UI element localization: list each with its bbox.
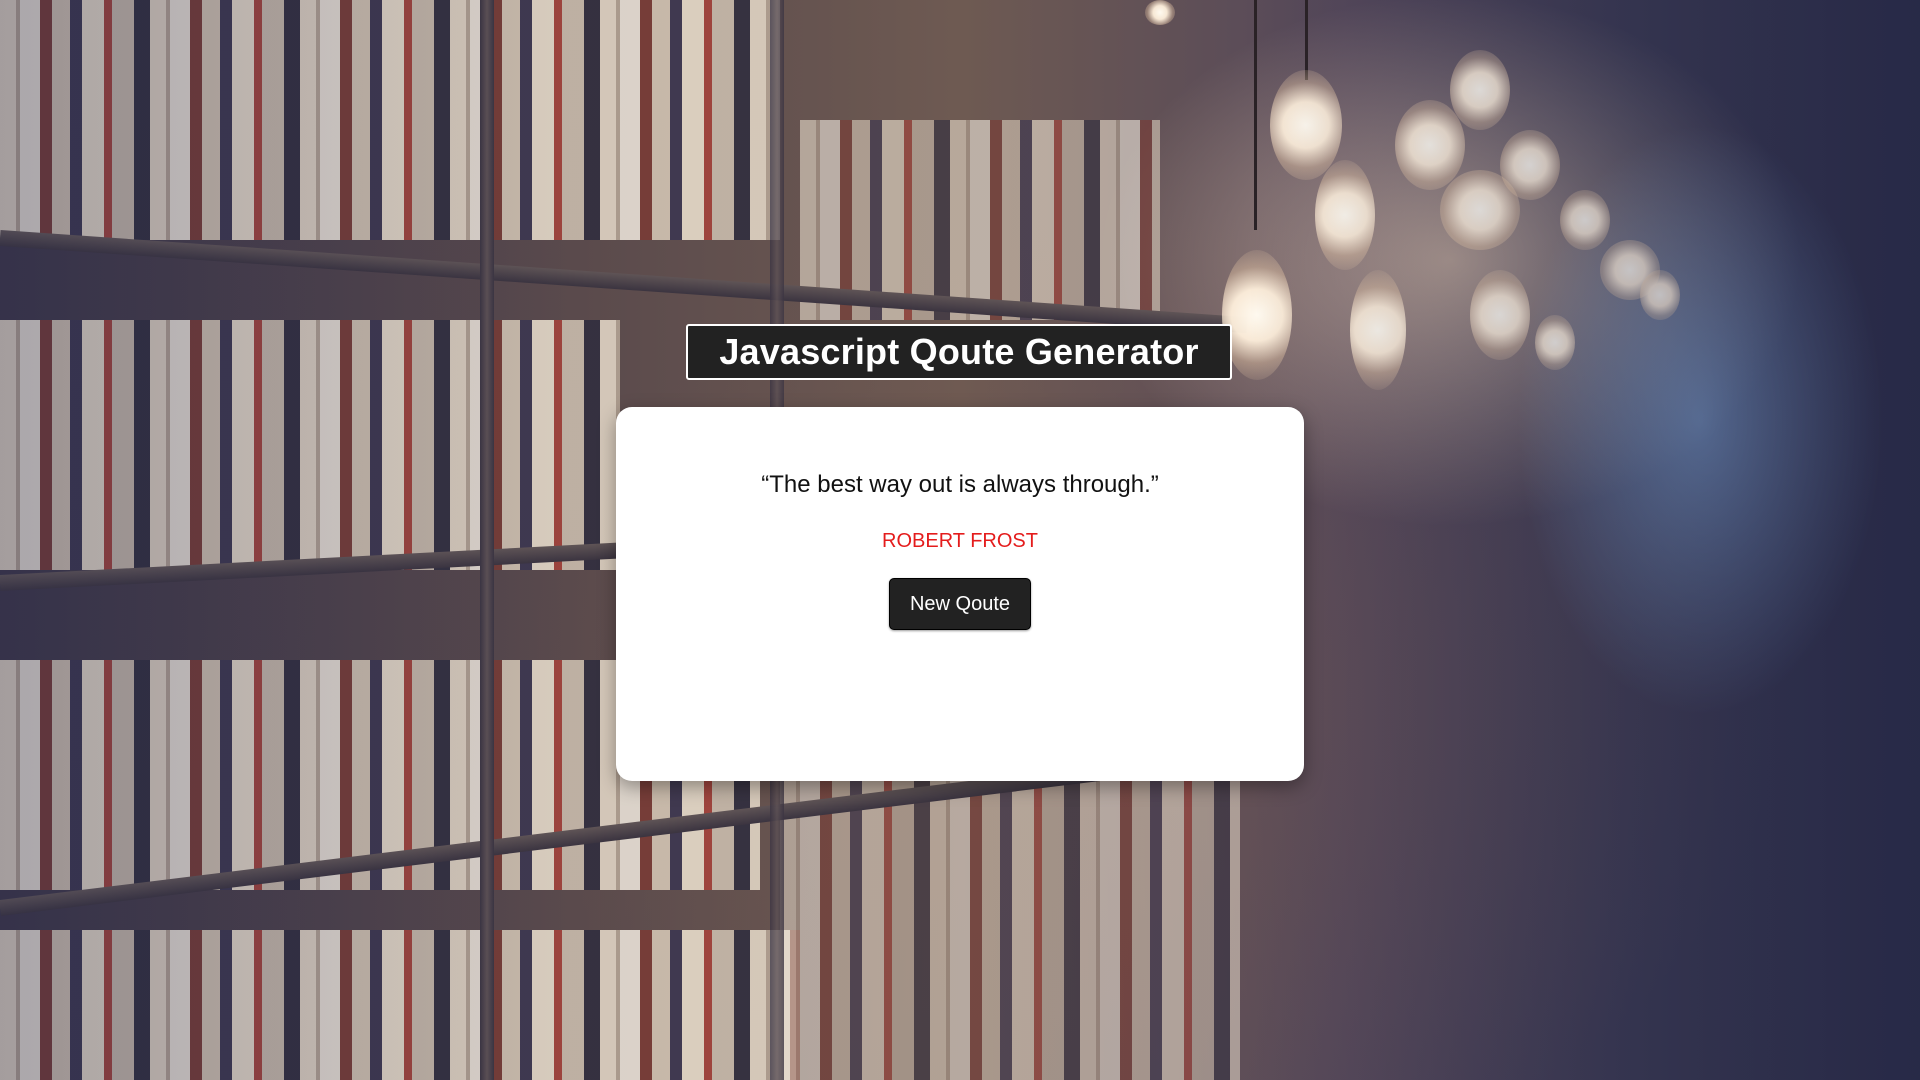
page-title: Javascript Qoute Generator [719,331,1199,372]
quote-author: ROBERT FROST [882,530,1038,552]
app-title-banner: Javascript Qoute Generator [686,324,1232,380]
page: Javascript Qoute Generator “The best way… [0,0,1920,1080]
quote-text: “The best way out is always through.” [761,471,1159,498]
quote-card: “The best way out is always through.” RO… [616,407,1304,781]
new-quote-button[interactable]: New Qoute [889,578,1031,630]
